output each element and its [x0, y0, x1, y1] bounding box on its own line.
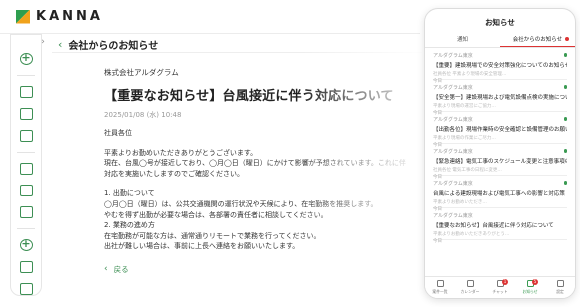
item-subject: 【重要】建設現場での安全対策強化についてのお知らせ [433, 63, 567, 69]
body-line: やむを得ず出勤が必要な場合は、各部署の責任者に相談してください。 [104, 210, 328, 219]
phone-notice-list: アルダグラム東京 【重要】建設現場での安全対策強化についてのお知らせ 社員各位 平素… [425, 48, 575, 244]
body-line: 対応を実施いたしますのでご確認ください。 [104, 169, 244, 178]
item-preview: 平素より現場の作業にご尽力… [433, 136, 496, 141]
list-item[interactable]: アルダグラム東京【重要】建設現場での安全対策強化についてのお知らせ 社員各位 平素… [433, 48, 567, 84]
settings-icon[interactable] [19, 237, 33, 252]
board-icon[interactable] [19, 129, 33, 142]
calendar-icon [466, 280, 474, 288]
item-sender: アルダグラム東京 [433, 181, 473, 187]
body-line: ◯月◯日（曜日）は、公共交通機関の運行状況や天候により、在宅勤務を推奨します。 [104, 199, 378, 208]
nav-badge: 1 [502, 279, 508, 285]
tab-label: 通知 [456, 37, 468, 43]
tab-company-notices[interactable]: 会社からのお知らせ [500, 34, 575, 47]
building-icon[interactable] [19, 283, 33, 296]
sidebar-divider [17, 228, 35, 230]
unread-dot-icon [563, 53, 567, 57]
notice-title: 【重要なお知らせ】台風接近に伴う対応について [104, 89, 394, 104]
kanna-logo-icon [16, 10, 30, 24]
back-chevron-icon: ‹ [104, 264, 108, 275]
main-panel: ‹ 会社からのお知らせ 株式会社アルダグラム 【重要なお知らせ】台風接近に伴う対… [52, 34, 422, 296]
page-title: 会社からのお知らせ [68, 41, 159, 52]
nav-item[interactable]: 案件一覧 [425, 277, 455, 298]
phone-title: お知らせ [485, 18, 515, 27]
sidebar-divider [17, 74, 35, 76]
item-time: 今日 [433, 239, 442, 244]
settings-icon [556, 280, 564, 288]
notice-timestamp: 2025/01/08 (水) 10:48 [104, 111, 182, 119]
back-chevron-icon[interactable]: ‹ [58, 38, 62, 51]
phone-bottom-nav: 案件一覧 カレンダー チャット 1 お知らせ 5 設定 [425, 276, 575, 298]
nav-label: お知らせ [522, 288, 538, 294]
app-logo-text: KANNA [36, 9, 103, 24]
item-sender: アルダグラム東京 [433, 149, 473, 155]
item-preview: 平素よりお勤めいただきありがとう… [433, 232, 510, 237]
nav-badge: 5 [532, 279, 538, 285]
back-link[interactable]: ‹ 戻る [104, 264, 422, 275]
body-line: 1. 出勤について [104, 189, 155, 198]
notice-body: 社員各位 平素よりお勤めいただきありがとうございます。 現在、台風◯号が接近して… [104, 128, 422, 252]
nav-label: 設定 [556, 288, 564, 294]
item-subject: 【重要なお知らせ】台風接近に伴う対応について [433, 223, 554, 229]
unread-dot-icon [563, 85, 567, 89]
nav-item[interactable]: チャット 1 [485, 277, 515, 298]
item-sender: アルダグラム東京 [433, 117, 473, 123]
sidebar-divider [17, 151, 35, 153]
collapse-chevron-icon[interactable]: › [38, 37, 48, 47]
back-link-label: 戻る [113, 264, 129, 274]
left-sidebar [10, 34, 42, 296]
list-item[interactable]: アルダグラム東京台風による建設現場および電気工事への影響と対応策 平素よりお勤めい… [433, 176, 567, 212]
item-sender: アルダグラム東京 [433, 213, 473, 219]
item-preview: 社員各位 平素より現場の安全管理… [433, 72, 507, 77]
unread-dot-icon [565, 37, 569, 41]
body-line: 2. 業務の進め方 [104, 221, 155, 230]
files-icon[interactable] [19, 184, 33, 197]
clipboard-icon[interactable] [19, 206, 33, 219]
list-item[interactable]: アルダグラム東京【重要なお知らせ】台風接近に伴う対応について 平素よりお勤めいただ… [433, 208, 567, 244]
item-preview: 平素より現場の運営にご協力… [433, 104, 496, 109]
nav-label: チャット [492, 288, 508, 294]
page-header: ‹ 会社からのお知らせ [52, 37, 422, 53]
nav-label: カレンダー [460, 288, 480, 294]
nav-item[interactable]: お知らせ 5 [515, 277, 545, 298]
body-line: 出社が難しい場合は、事前に上長へ連絡をお願いいたします。 [104, 242, 300, 251]
list-item[interactable]: アルダグラム東京【緊急連絡】電気工事のスケジュール変更と注意事項のお知らせ社員各… [433, 144, 567, 180]
body-line: 現在、台風◯号が接近しており、◯月◯日（曜日）にかけて影響が予想されています。こ… [104, 159, 406, 168]
nav-item[interactable]: 設定 [545, 277, 575, 298]
phone-tabs: 通知 会社からのお知らせ [425, 34, 575, 48]
body-line: 社員各位 [104, 129, 132, 137]
body-line: 在宅勤務が可能な方は、通常通りリモートで業務を行ってください。 [104, 231, 321, 240]
document-icon[interactable] [19, 162, 33, 175]
unread-dot-icon [563, 181, 567, 185]
grid-icon[interactable] [19, 107, 33, 120]
item-preview: 平素よりお勤めいただき… [433, 200, 487, 205]
nav-label: 案件一覧 [432, 288, 448, 294]
list-icon[interactable] [19, 85, 33, 98]
list-item[interactable]: アルダグラム東京【出勤各位】現場作業時の安全確認と設備管理のお願い 平素より現場の… [433, 112, 567, 148]
users-icon[interactable] [19, 261, 33, 274]
item-sender: アルダグラム東京 [433, 53, 473, 59]
notice-company: 株式会社アルダグラム [104, 68, 179, 77]
home-icon [436, 280, 444, 288]
item-subject: 【出勤各位】現場作業時の安全確認と設備管理のお願い [433, 127, 567, 133]
notice-content: 株式会社アルダグラム 【重要なお知らせ】台風接近に伴う対応について 2025/0… [52, 53, 422, 275]
top-bar: KANNA [0, 0, 420, 34]
tab-notifications[interactable]: 通知 [425, 34, 500, 47]
item-subject: 【緊急連絡】電気工事のスケジュール変更と注意事項のお知らせ [433, 159, 567, 165]
unread-dot-icon [563, 117, 567, 121]
item-preview: 社員各位 電気工事の日程に変更… [433, 168, 502, 173]
item-sender: アルダグラム東京 [433, 85, 473, 91]
tab-label: 会社からのお知らせ [512, 37, 563, 43]
unread-dot-icon [563, 149, 567, 153]
add-icon[interactable] [19, 51, 33, 65]
item-subject: 台風による建設現場および電気工事への影響と対応策 [433, 191, 565, 197]
phone-mockup: お知らせ 通知 会社からのお知らせ アルダグラム東京【重要】建設現場での安全対策… [424, 8, 576, 299]
nav-item[interactable]: カレンダー [455, 277, 485, 298]
body-line: 平素よりお勤めいただきありがとうございます。 [104, 148, 258, 157]
list-item[interactable]: アルダグラム東京【安全第一】建設現場および電気設備点検の実施について 平素より現場… [433, 80, 567, 116]
item-subject: 【安全第一】建設現場および電気設備点検の実施について [433, 95, 567, 101]
